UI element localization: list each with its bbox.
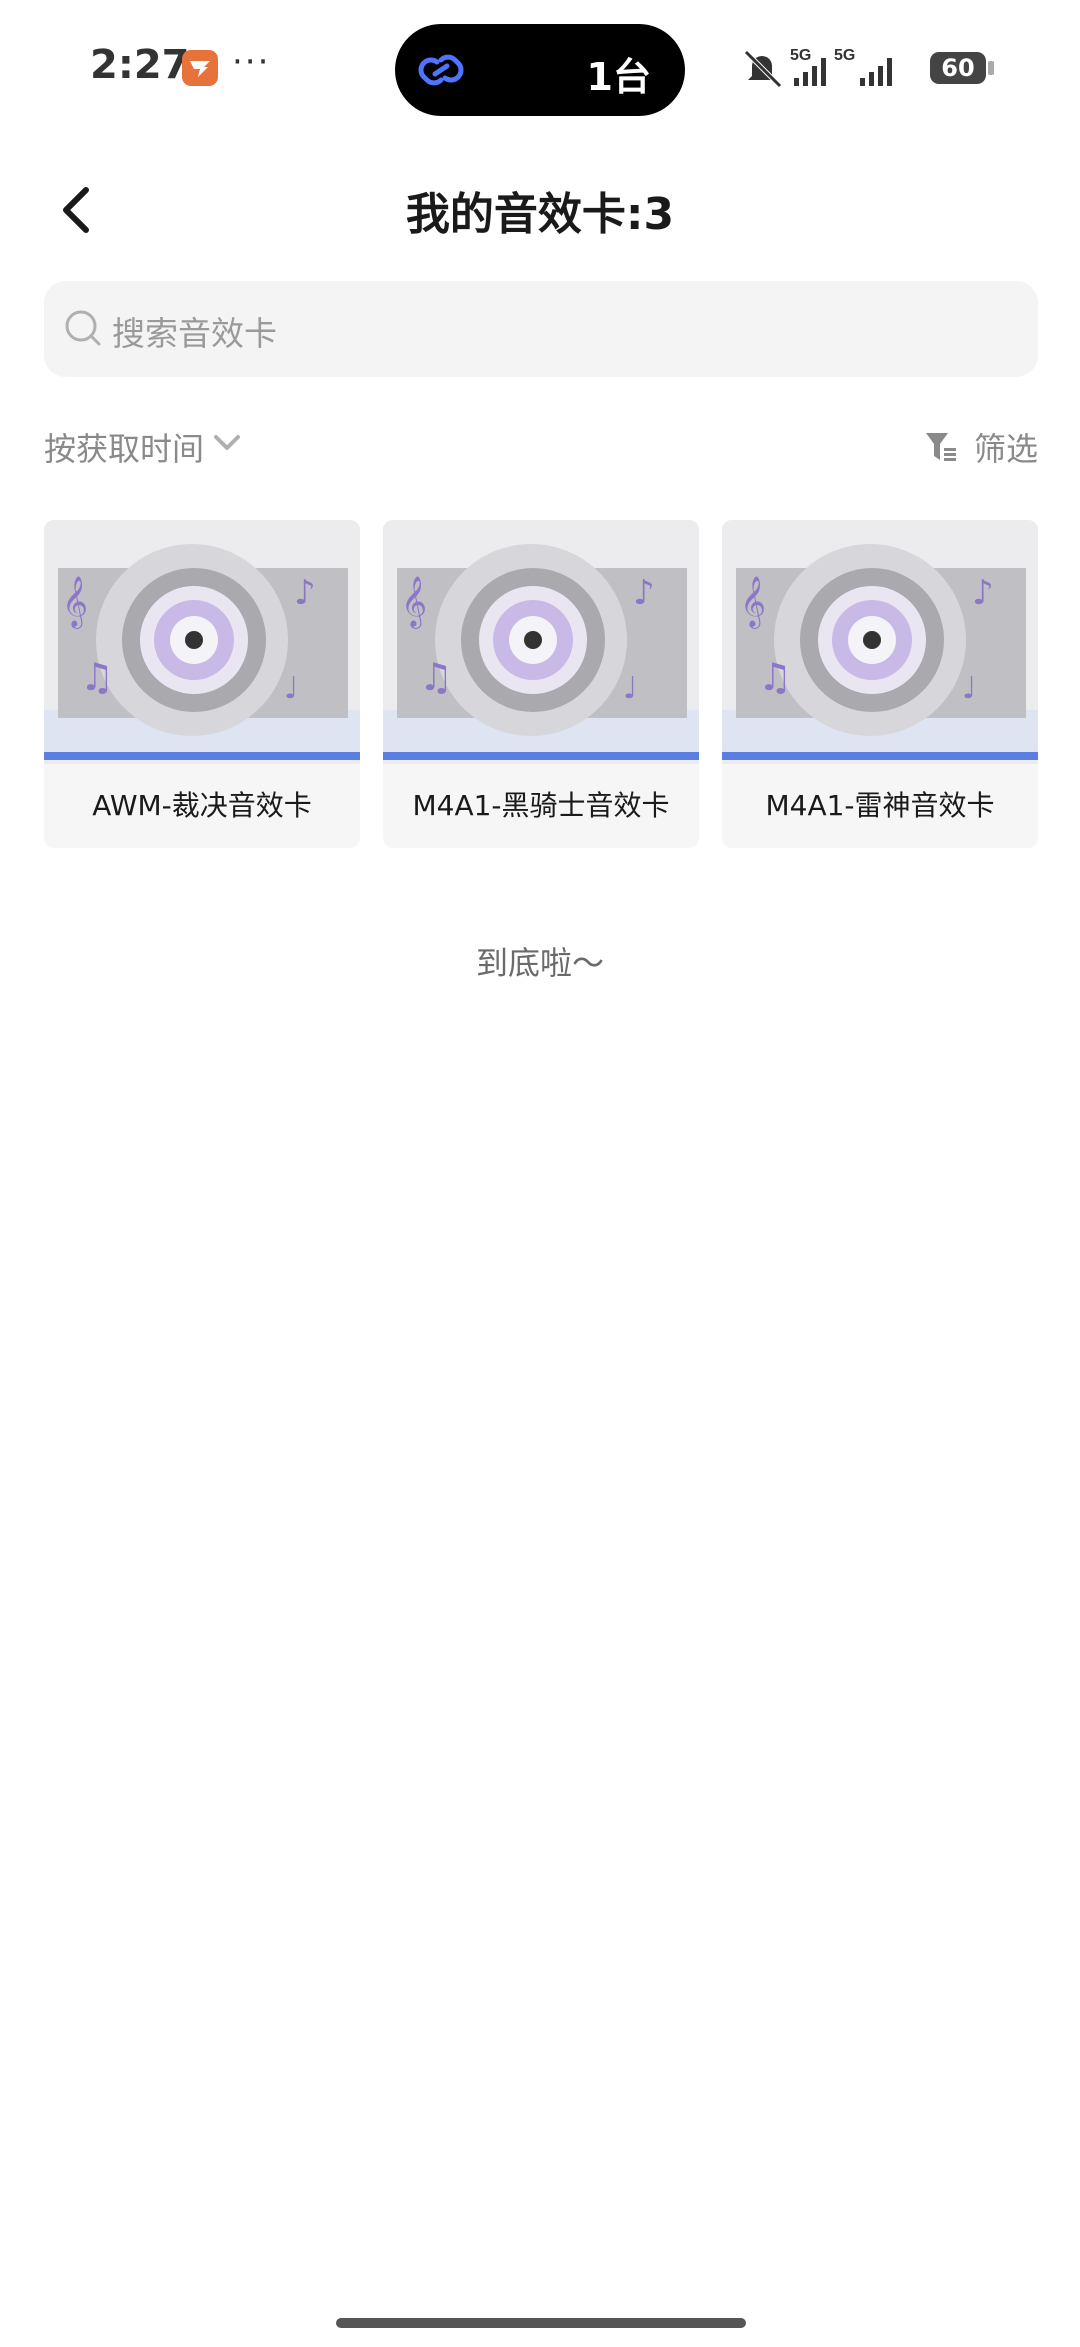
sound-card[interactable]: 𝄞 ♫ ♪ ♩ AWM-裁决音效卡 <box>44 520 360 848</box>
filter-icon <box>926 433 956 461</box>
filter-label: 筛选 <box>973 430 1038 468</box>
svg-text:♫: ♫ <box>419 655 453 699</box>
search-placeholder: 搜索音效卡 <box>112 314 277 353</box>
dynamic-island[interactable]: 1台 <box>395 24 685 116</box>
signal-2-label: 5G <box>834 47 855 64</box>
sound-card-image: 𝄞 ♫ ♪ ♩ <box>722 520 1038 764</box>
sound-card-image: 𝄞 ♫ ♪ ♩ <box>383 520 699 764</box>
page-title: 我的音效卡:3 <box>405 189 675 240</box>
svg-text:𝄞: 𝄞 <box>740 576 766 629</box>
home-indicator[interactable] <box>336 2318 746 2328</box>
status-time: 2:27 <box>90 42 190 88</box>
sound-card[interactable]: 𝄞 ♫ ♪ ♩ M4A1-雷神音效卡 <box>722 520 1038 848</box>
svg-text:♩: ♩ <box>962 671 976 706</box>
disc-art-icon: 𝄞 ♫ ♪ ♩ <box>44 520 360 764</box>
chevron-down-icon <box>214 435 240 450</box>
battery-icon: 60 <box>930 52 986 84</box>
svg-text:♫: ♫ <box>758 655 792 699</box>
more-notifications-icon: ··· <box>232 42 271 82</box>
svg-text:♩: ♩ <box>623 671 637 706</box>
sort-filter-bar: 按获取时间 筛选 <box>44 420 1038 470</box>
system-icons: 5G 5G 60 <box>742 44 1002 94</box>
search-icon <box>65 310 101 346</box>
signal-1-label: 5G <box>790 47 811 64</box>
sound-card-image: 𝄞 ♫ ♪ ♩ <box>44 520 360 764</box>
battery-cap <box>988 61 994 75</box>
sound-card-label: M4A1-雷神音效卡 <box>765 789 995 822</box>
svg-text:𝄞: 𝄞 <box>401 576 427 629</box>
disc-art-icon: 𝄞 ♫ ♪ ♩ <box>722 520 1038 764</box>
svg-text:𝄞: 𝄞 <box>62 576 88 629</box>
svg-text:♩: ♩ <box>284 671 298 706</box>
svg-text:♪: ♪ <box>972 573 994 613</box>
svg-text:♫: ♫ <box>80 655 114 699</box>
svg-text:♪: ♪ <box>294 573 316 613</box>
disc-art-icon: 𝄞 ♫ ♪ ♩ <box>383 520 699 764</box>
svg-text:♪: ♪ <box>633 573 655 613</box>
sound-card-grid: 𝄞 ♫ ♪ ♩ AWM-裁决音效卡 𝄞 ♫ ♪ ♩ M4A1-黑骑士音效卡 𝄞 … <box>44 520 1038 848</box>
link-icon <box>417 48 465 96</box>
sort-label: 按获取时间 <box>44 430 205 468</box>
sound-card-label: AWM-裁决音效卡 <box>92 789 312 822</box>
island-device-count: 1台 <box>586 55 651 99</box>
sound-card[interactable]: 𝄞 ♫ ♪ ♩ M4A1-黑骑士音效卡 <box>383 520 699 848</box>
app-logo-icon <box>182 50 218 86</box>
nav-bar: 我的音效卡:3 <box>0 160 1080 250</box>
sound-card-label: M4A1-黑骑士音效卡 <box>412 789 670 822</box>
end-of-list-text: 到底啦～ <box>475 944 604 982</box>
search-input[interactable]: 搜索音效卡 <box>44 281 1038 377</box>
status-bar: 2:27 ··· 1台 5G 5G 60 <box>0 0 1080 135</box>
